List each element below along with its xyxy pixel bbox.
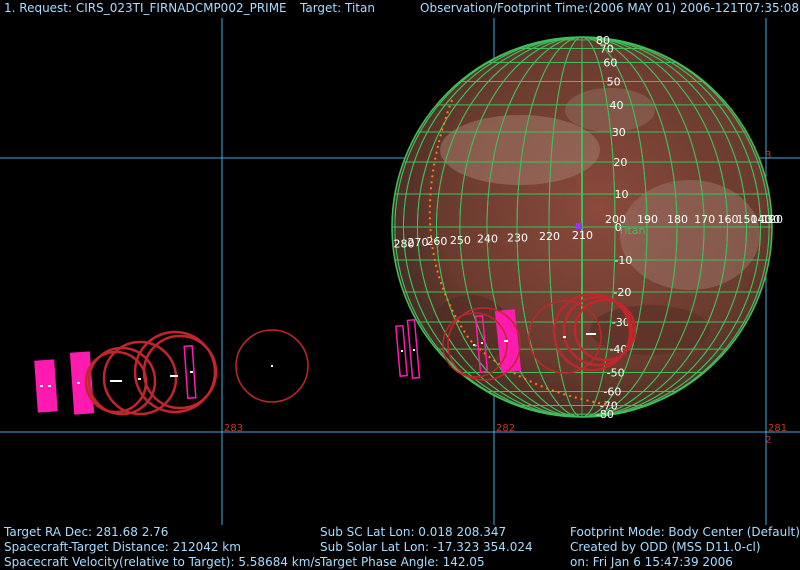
target-ra-dec: Target RA Dec: 281.68 2.76 — [4, 525, 169, 539]
latitude-label: 30 — [612, 126, 626, 139]
ra-label: 283 — [224, 423, 243, 434]
latitude-label: 70 — [600, 42, 614, 55]
longitude-label: 170 — [694, 213, 715, 226]
spacecraft-velocity: Spacecraft Velocity(relative to Target):… — [4, 555, 321, 569]
sub-solar-lat-lon: Sub Solar Lat Lon: -17.323 354.024 — [320, 540, 533, 554]
footprint-mode: Footprint Mode: Body Center (Default) — [570, 525, 800, 539]
longitude-label: 120 — [762, 213, 783, 226]
sky-plot: 283 282 281 3 2 80706050403020100-10-20-… — [0, 18, 800, 525]
longitude-label: 260 — [426, 235, 447, 248]
sub-spacecraft-point-marker — [576, 223, 582, 229]
latitude-label: -80 — [596, 408, 614, 421]
longitude-label: 210 — [572, 229, 593, 242]
latitude-label: 50 — [607, 75, 621, 88]
dec-label: 2 — [765, 435, 771, 446]
latitude-label: -20 — [613, 286, 631, 299]
footprint-outline — [406, 318, 421, 379]
longitude-label: 220 — [539, 230, 560, 243]
latitude-label: -60 — [603, 386, 621, 399]
longitude-label: 270 — [407, 236, 428, 249]
viewer-canvas: 1. Request: CIRS_023TI_FIRNADCMP002_PRIM… — [0, 0, 800, 570]
longitude-label: 160 — [718, 213, 739, 226]
target-name-label: Titan — [617, 224, 645, 237]
sub-sc-lat-lon: Sub SC Lat Lon: 0.018 208.347 — [320, 525, 507, 539]
latitude-label: 40 — [609, 99, 623, 112]
latitude-label: -10 — [614, 254, 632, 267]
ra-label: 281 — [768, 423, 787, 434]
spacecraft-distance: Spacecraft-Target Distance: 212042 km — [4, 540, 241, 554]
latitude-label: 20 — [613, 156, 627, 169]
footprint-filled — [69, 351, 95, 415]
longitude-label: 240 — [477, 233, 498, 246]
created-date: on: Fri Jan 6 15:47:39 2006 — [570, 555, 733, 569]
latitude-label: 10 — [614, 188, 628, 201]
dec-label: 3 — [765, 150, 771, 161]
phase-angle: Target Phase Angle: 142.05 — [320, 555, 485, 569]
ra-label: 282 — [496, 423, 515, 434]
longitude-label: 230 — [507, 231, 528, 244]
latitude-label: 60 — [603, 56, 617, 69]
longitude-label: 250 — [450, 234, 471, 247]
created-by: Created by ODD (MSS D11.0-cl) — [570, 540, 761, 554]
footprint-filled — [34, 359, 58, 413]
latitude-label: -50 — [607, 367, 625, 380]
longitude-label: 180 — [667, 213, 688, 226]
